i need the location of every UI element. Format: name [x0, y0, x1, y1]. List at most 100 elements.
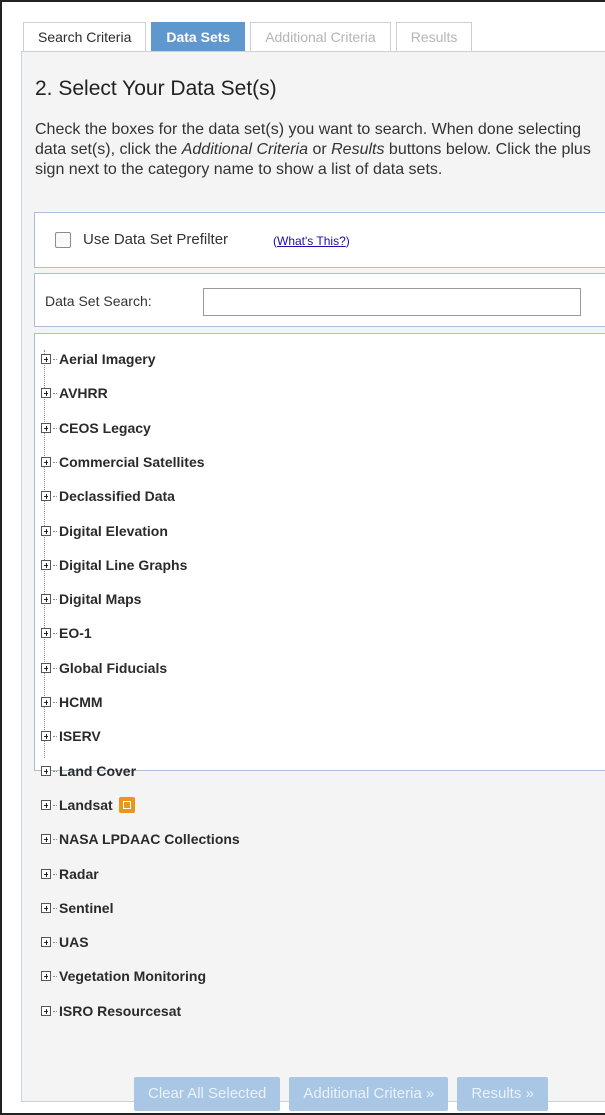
tree-connector	[53, 358, 57, 360]
tree-category-hcmm[interactable]: HCMM	[41, 693, 103, 711]
data-set-search-input[interactable]	[203, 288, 581, 316]
prefilter-help: (What's This?)	[273, 234, 350, 248]
tree-category-aerial-imagery[interactable]: Aerial Imagery	[41, 350, 156, 368]
category-label[interactable]: Landsat	[59, 797, 113, 813]
expand-plus-icon[interactable]	[41, 526, 51, 536]
instructions-part-2: or	[308, 141, 332, 158]
tree-category-uas[interactable]: UAS	[41, 933, 89, 951]
prefilter-label[interactable]: Use Data Set Prefilter	[83, 231, 228, 248]
category-label[interactable]: Declassified Data	[59, 488, 175, 504]
tree-connector	[53, 941, 57, 943]
expand-plus-icon[interactable]	[41, 491, 51, 501]
tree-category-landsat[interactable]: Landsat	[41, 796, 135, 814]
expand-plus-icon[interactable]	[41, 834, 51, 844]
tree-connector	[53, 495, 57, 497]
tree-category-vegetation-monitoring[interactable]: Vegetation Monitoring	[41, 967, 206, 985]
expand-plus-icon[interactable]	[41, 594, 51, 604]
external-link-icon[interactable]	[118, 797, 135, 813]
additional-criteria-button[interactable]: Additional Criteria »	[289, 1077, 449, 1111]
tree-category-declassified-data[interactable]: Declassified Data	[41, 487, 175, 505]
tree-connector	[53, 701, 57, 703]
tree-connector	[53, 838, 57, 840]
tree-connector	[53, 735, 57, 737]
tree-connector	[53, 564, 57, 566]
tree-category-radar[interactable]: Radar	[41, 865, 99, 883]
expand-plus-icon[interactable]	[41, 903, 51, 913]
expand-plus-icon[interactable]	[41, 560, 51, 570]
tree-connector	[53, 632, 57, 634]
tree-connector	[53, 598, 57, 600]
expand-plus-icon[interactable]	[41, 766, 51, 776]
category-label[interactable]: Sentinel	[59, 900, 113, 916]
expand-plus-icon[interactable]	[41, 697, 51, 707]
data-set-search-box: Data Set Search:	[34, 273, 605, 327]
tree-connector	[53, 804, 57, 806]
category-label[interactable]: Digital Elevation	[59, 523, 168, 539]
tab-results[interactable]: Results	[395, 22, 473, 52]
data-set-tree: Aerial Imagery AVHRR CEOS Legacy Commercial…	[34, 333, 605, 1019]
expand-plus-icon[interactable]	[41, 628, 51, 638]
tree-category-digital-elevation[interactable]: Digital Elevation	[41, 522, 168, 540]
category-label[interactable]: Radar	[59, 866, 99, 882]
page-title: 2. Select Your Data Set(s)	[35, 77, 277, 100]
expand-plus-icon[interactable]	[41, 800, 51, 810]
category-label[interactable]: Land Cover	[59, 763, 136, 779]
category-label[interactable]: EO-1	[59, 625, 92, 641]
tree-category-land-cover[interactable]: Land Cover	[41, 762, 136, 780]
wizard-tabs: Search Criteria Data Sets Additional Cri…	[23, 18, 477, 52]
category-label[interactable]: Aerial Imagery	[59, 351, 156, 367]
tree-connector	[53, 461, 57, 463]
tree-connector	[53, 975, 57, 977]
tab-data-sets[interactable]: Data Sets	[151, 22, 246, 52]
expand-plus-icon[interactable]	[41, 1006, 51, 1016]
tree-category-digital-maps[interactable]: Digital Maps	[41, 590, 141, 608]
category-label[interactable]: Vegetation Monitoring	[59, 968, 206, 984]
tree-category-sentinel[interactable]: Sentinel	[41, 899, 113, 917]
tree-category-isro-resourcesat[interactable]: ISRO Resourcesat	[41, 1002, 181, 1020]
tree-category-nasa-lpdaac-collections[interactable]: NASA LPDAAC Collections	[41, 830, 240, 848]
expand-plus-icon[interactable]	[41, 423, 51, 433]
clear-all-selected-button[interactable]: Clear All Selected	[134, 1077, 281, 1111]
category-label[interactable]: Digital Line Graphs	[59, 557, 187, 573]
tree-connector	[53, 427, 57, 429]
instructions-results: Results	[331, 141, 385, 158]
category-label[interactable]: Global Fiducials	[59, 660, 167, 676]
category-label[interactable]: UAS	[59, 934, 89, 950]
expand-plus-icon[interactable]	[41, 663, 51, 673]
tree-category-digital-line-graphs[interactable]: Digital Line Graphs	[41, 556, 187, 574]
category-label[interactable]: NASA LPDAAC Collections	[59, 831, 240, 847]
whats-this-link[interactable]: What's This?	[277, 234, 346, 248]
category-label[interactable]: ISRO Resourcesat	[59, 1003, 181, 1019]
expand-plus-icon[interactable]	[41, 937, 51, 947]
category-label[interactable]: ISERV	[59, 728, 101, 744]
expand-plus-icon[interactable]	[41, 457, 51, 467]
data-set-search-label: Data Set Search:	[45, 293, 152, 309]
tree-category-global-fiducials[interactable]: Global Fiducials	[41, 659, 167, 677]
tree-category-commercial-satellites[interactable]: Commercial Satellites	[41, 453, 205, 471]
tab-additional-criteria[interactable]: Additional Criteria	[250, 22, 391, 52]
category-label[interactable]: CEOS Legacy	[59, 420, 151, 436]
tree-category-ceos-legacy[interactable]: CEOS Legacy	[41, 419, 151, 437]
prefilter-checkbox[interactable]	[55, 232, 71, 248]
tree-connector	[53, 907, 57, 909]
expand-plus-icon[interactable]	[41, 731, 51, 741]
data-sets-panel: 2. Select Your Data Set(s) Check the box…	[21, 51, 605, 1102]
results-button[interactable]: Results »	[457, 1077, 548, 1111]
tab-search-criteria[interactable]: Search Criteria	[23, 22, 147, 52]
expand-plus-icon[interactable]	[41, 388, 51, 398]
tree-connector	[53, 392, 57, 394]
tree-category-eo-1[interactable]: EO-1	[41, 624, 92, 642]
tree-category-avhrr[interactable]: AVHRR	[41, 384, 108, 402]
category-label[interactable]: Commercial Satellites	[59, 454, 205, 470]
category-label[interactable]: HCMM	[59, 694, 103, 710]
tree-connector	[53, 1010, 57, 1012]
category-label[interactable]: Digital Maps	[59, 591, 141, 607]
tree-connector	[53, 530, 57, 532]
category-label[interactable]: AVHRR	[59, 385, 108, 401]
tree-category-iserv[interactable]: ISERV	[41, 727, 101, 745]
tree-connector	[53, 667, 57, 669]
prefilter-box: Use Data Set Prefilter (What's This?)	[34, 212, 605, 268]
expand-plus-icon[interactable]	[41, 869, 51, 879]
expand-plus-icon[interactable]	[41, 971, 51, 981]
expand-plus-icon[interactable]	[41, 354, 51, 364]
